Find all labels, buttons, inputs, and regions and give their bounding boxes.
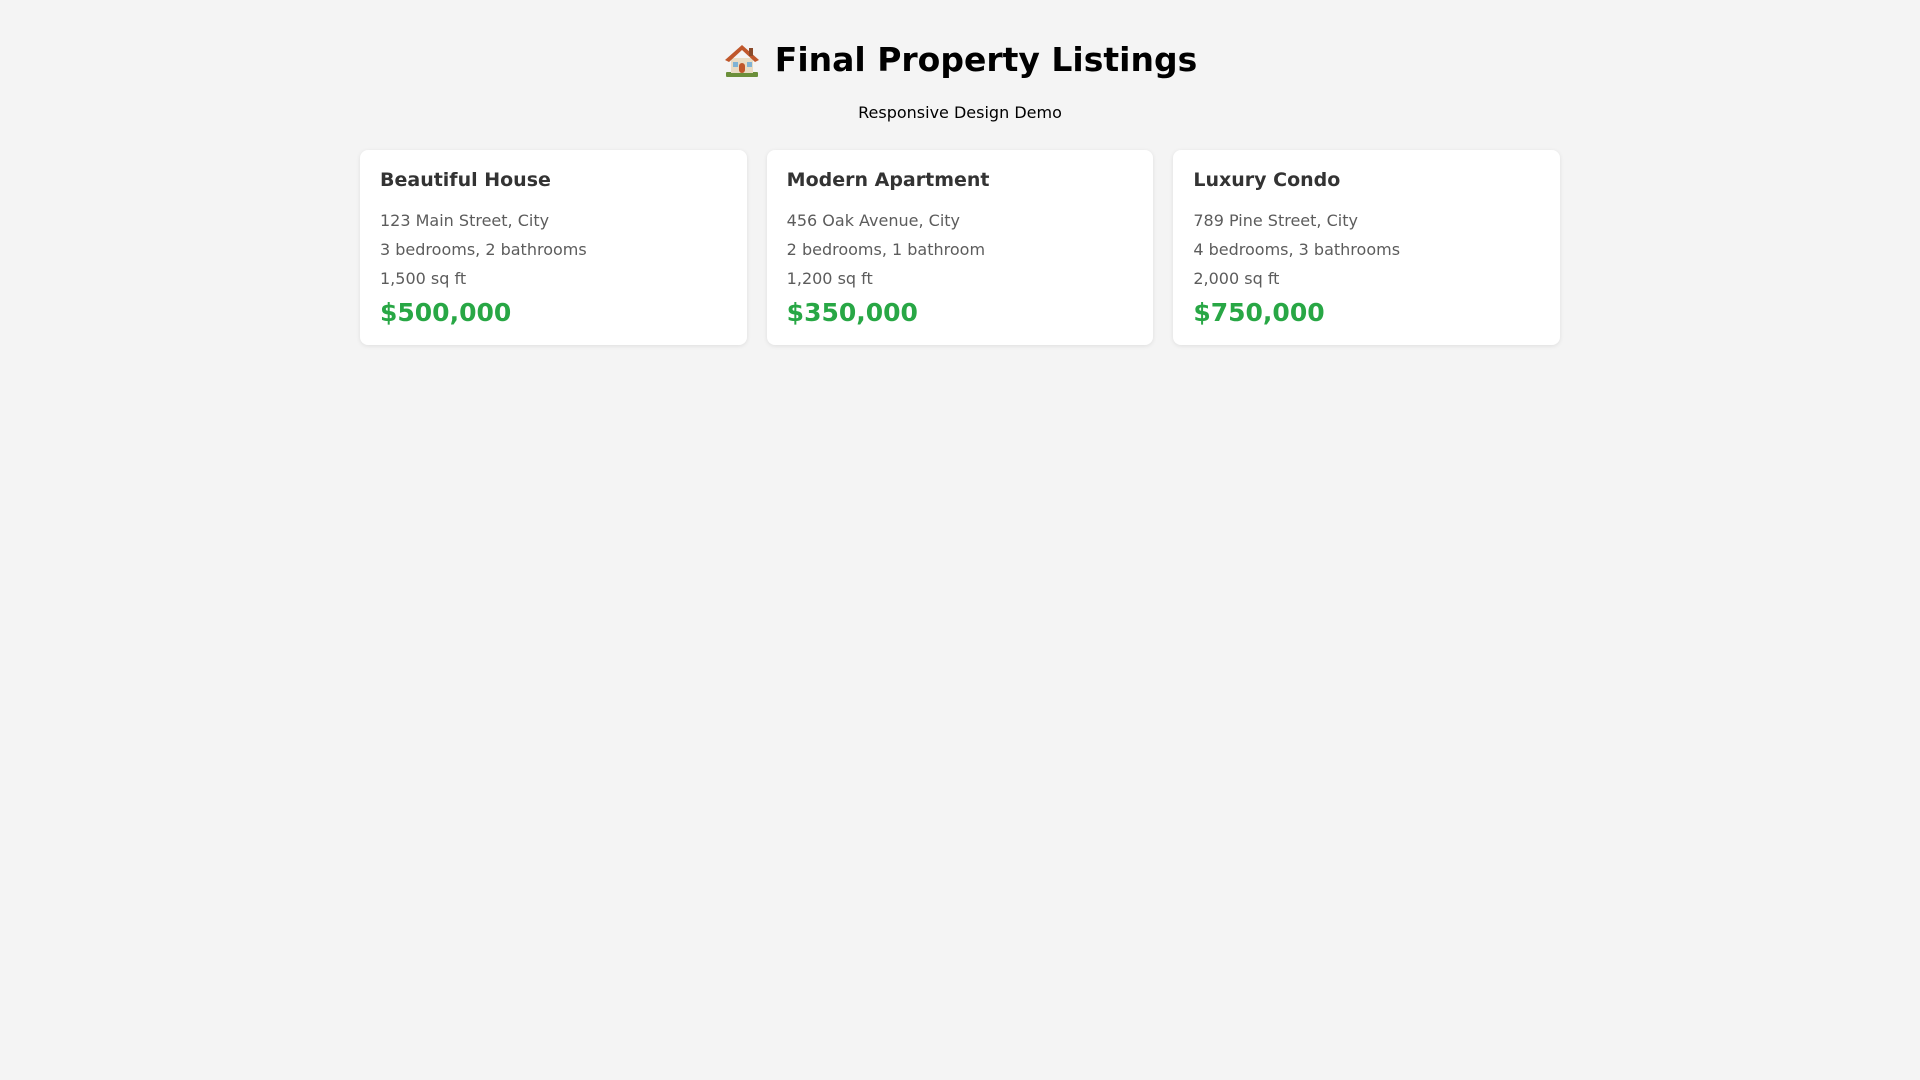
listing-address: 123 Main Street, City [380, 211, 550, 230]
page: Final Property Listings Responsive Desig… [0, 0, 1920, 1080]
listing-price: $500,000 [380, 298, 512, 327]
listing-card-beautiful-house[interactable]: Beautiful House 123 Main Street, City 3 … [360, 150, 747, 345]
listing-card-modern-apartment[interactable]: Modern Apartment 456 Oak Avenue, City 2 … [766, 150, 1154, 345]
listing-price: $350,000 [786, 298, 918, 327]
listing-address: 456 Oak Avenue, City [786, 211, 961, 230]
listing-rooms: 3 bedrooms, 2 bathrooms [380, 240, 587, 259]
page-header: Final Property Listings Responsive Desig… [0, 0, 1920, 124]
listing-price: $750,000 [1193, 298, 1325, 327]
house-icon [723, 41, 761, 79]
listing-card-luxury-condo[interactable]: Luxury Condo 789 Pine Street, City 4 bed… [1173, 150, 1561, 345]
page-subtitle: Responsive Design Demo [858, 103, 1062, 122]
page-title-text: Final Property Listings [774, 40, 1198, 79]
listing-area: 1,200 sq ft [786, 269, 873, 288]
listing-address: 789 Pine Street, City [1193, 211, 1358, 230]
listing-rooms: 4 bedrooms, 3 bathrooms [1193, 240, 1401, 259]
listing-area: 2,000 sq ft [1193, 269, 1280, 288]
listing-title: Luxury Condo [1193, 169, 1341, 191]
page-title: Final Property Listings [723, 38, 1197, 82]
listing-title: Beautiful House [380, 169, 551, 191]
listing-rooms: 2 bedrooms, 1 bathroom [786, 240, 986, 259]
listing-area: 1,500 sq ft [380, 269, 467, 288]
listing-title: Modern Apartment [786, 169, 990, 191]
listing-cards: Beautiful House 123 Main Street, City 3 … [360, 150, 1561, 345]
